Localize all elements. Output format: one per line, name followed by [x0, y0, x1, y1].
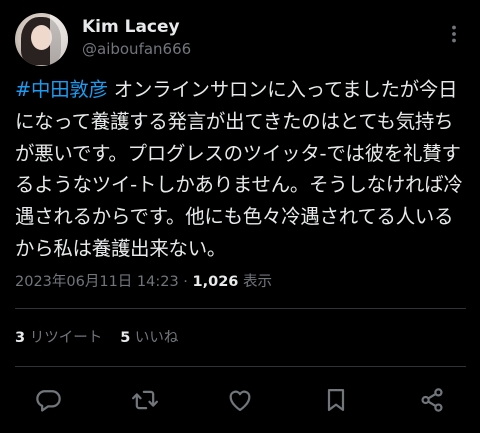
divider — [15, 366, 466, 367]
retweets-stat[interactable]: 3 リツイート — [15, 330, 102, 346]
reply-button[interactable] — [34, 386, 62, 414]
likes-count: 5 — [120, 330, 131, 346]
tweet-stats: 3 リツイート 5 いいね — [15, 326, 178, 347]
more-vertical-icon — [452, 25, 456, 43]
bookmark-button[interactable] — [322, 386, 350, 414]
views-count: 1,026 — [192, 274, 239, 290]
divider — [15, 308, 466, 309]
hashtag-link[interactable]: #中田敦彦 — [15, 78, 108, 101]
tweet-detail: Kim Lacey @aiboufan666 #中田敦彦 オンラインサロンに入っ… — [0, 0, 480, 433]
retweet-icon — [131, 390, 159, 410]
share-icon — [421, 388, 443, 412]
tweet-meta: 2023年06月11日 14:23 · 1,026 表示 — [15, 270, 272, 291]
heart-icon — [229, 390, 251, 412]
views-label: 表示 — [238, 274, 273, 290]
reply-icon — [36, 390, 61, 412]
avatar[interactable] — [15, 13, 68, 66]
meta-separator: · — [178, 274, 193, 290]
tweet-body: オンラインサロンに入ってましたが今日になって養護する発言が出てきたのはとても気持… — [15, 78, 463, 260]
avatar-background — [50, 13, 68, 66]
bookmark-icon — [327, 388, 345, 412]
retweets-count: 3 — [15, 330, 26, 346]
author-display-name[interactable]: Kim Lacey — [82, 17, 180, 37]
like-button[interactable] — [226, 386, 254, 414]
more-options-button[interactable] — [444, 24, 464, 44]
timestamp[interactable]: 2023年06月11日 14:23 — [15, 274, 179, 290]
retweets-label: リツイート — [25, 330, 103, 346]
tweet-text: #中田敦彦 オンラインサロンに入ってましたが今日になって養護する発言が出てきたの… — [15, 74, 470, 265]
action-bar — [0, 384, 480, 414]
share-button[interactable] — [418, 386, 446, 414]
author-handle[interactable]: @aiboufan666 — [82, 40, 191, 58]
retweet-button[interactable] — [131, 386, 159, 414]
avatar-face — [31, 25, 52, 50]
likes-label: いいね — [130, 330, 179, 346]
likes-stat[interactable]: 5 いいね — [120, 330, 178, 346]
